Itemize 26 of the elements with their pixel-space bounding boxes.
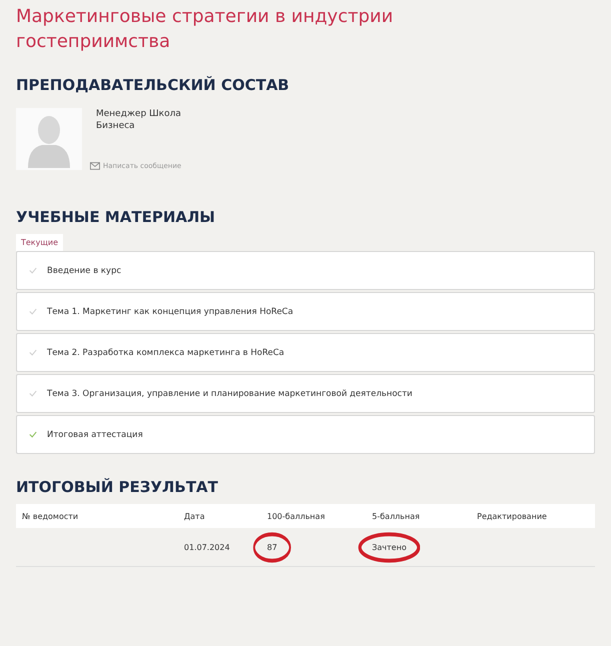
material-title: Тема 3. Организация, управление и планирование маркетинговой деятельности — [47, 388, 412, 398]
table-cell: 87 — [267, 540, 278, 554]
envelope-icon — [90, 162, 100, 170]
material-item[interactable]: Тема 2. Разработка комплекса маркетинга в HoReCa — [16, 333, 595, 372]
column-header: 100-балльная — [267, 512, 326, 520]
material-item[interactable]: Введение в курс — [16, 251, 595, 290]
course-title: Маркетинговые стратегии в индустрии гостеприимства — [16, 5, 394, 54]
column-header: Дата — [184, 512, 206, 520]
column-header: № ведомости — [22, 512, 80, 520]
material-item[interactable]: Итоговая аттестация — [16, 415, 595, 454]
table-cell-text: 01.07.2024 — [184, 542, 230, 554]
material-title: Тема 2. Разработка комплекса маркетинга в HoReCa — [47, 348, 284, 358]
section-heading: ПРЕПОДАВАТЕЛЬСКИЙ СОСТАВ — [16, 76, 290, 94]
column-header: Редактирование — [477, 512, 548, 520]
material-title: Тема 1. Маркетинг как концепция управления HoReCa — [47, 306, 294, 316]
material-item[interactable]: Тема 3. Организация, управление и планирование маркетинговой деятельности — [16, 374, 595, 413]
column-header: 5-балльная — [372, 512, 421, 520]
tab[interactable]: Текущие — [16, 234, 64, 251]
material-item[interactable]: Тема 1. Маркетинг как концепция управления HoReCa — [16, 292, 595, 331]
section-heading: УЧЕБНЫЕ МАТЕРИАЛЫ — [16, 208, 216, 226]
material-title: Введение в курс — [47, 266, 122, 276]
material-title: Итоговая аттестация — [47, 430, 143, 440]
avatar-icon — [16, 108, 82, 170]
table-cell: Зачтено — [372, 540, 406, 554]
teacher-name: Менеджер Школа Бизнеса — [96, 108, 182, 132]
section-heading: ИТОГОВЫЙ РЕЗУЛЬТАТ — [16, 478, 220, 496]
